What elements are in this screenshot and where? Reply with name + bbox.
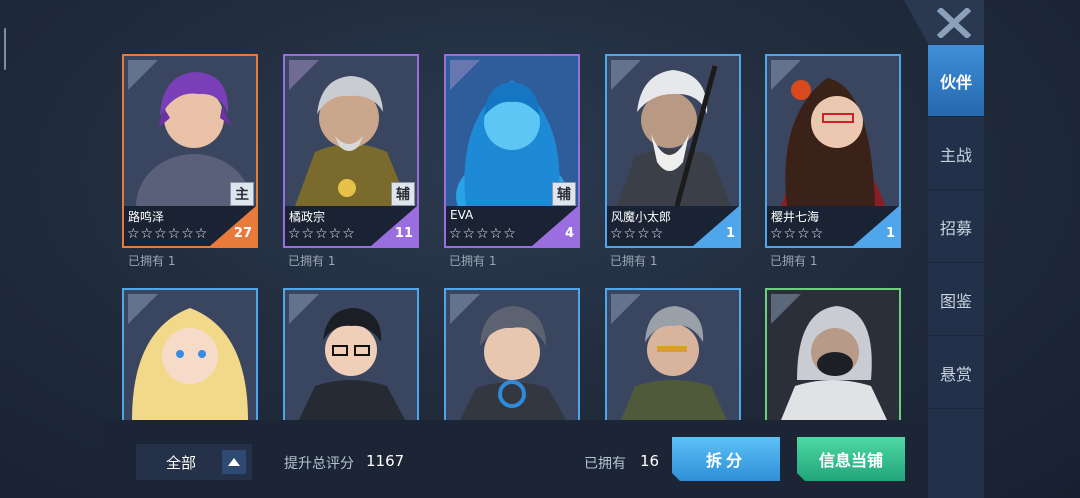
close-x-icon [937,8,971,38]
filter-label: 全部 [166,454,197,472]
partner-card-10[interactable] [765,288,901,422]
partner-card-9[interactable] [605,288,741,422]
rarity-emblem-icon [450,294,480,324]
partner-level: 4 [564,226,574,241]
score-value: 1167 [366,452,405,470]
rarity-emblem-icon [611,294,641,324]
partner-level: 1 [885,226,895,241]
partner-name: EVA [450,208,474,222]
nav-tab-bounty[interactable]: 悬赏 [928,337,984,409]
nav-tab-recruit[interactable]: 招募 [928,191,984,263]
partner-level: 11 [394,226,413,241]
star-rating: ☆☆☆☆ [770,226,825,242]
partner-card-8[interactable] [444,288,580,422]
rarity-emblem-icon [289,294,319,324]
partner-name: 橘政宗 [289,210,326,224]
role-tag: 主 [230,182,254,206]
partner-card-5[interactable]: 樱井七海 ☆☆☆☆ 1 [765,54,901,248]
nav-tab-main-battle[interactable]: 主战 [928,118,984,190]
owned-count: 已拥有 1 [288,254,336,268]
close-button[interactable] [932,4,976,42]
partner-name: 风魔小太郎 [611,210,672,224]
star-rating: ☆☆☆☆☆ [288,226,356,242]
side-handle[interactable] [4,28,6,70]
partner-level: 27 [233,226,252,241]
owned-count: 已拥有 1 [128,254,176,268]
owned-total-value: 16 [640,452,660,470]
star-rating: ☆☆☆☆☆ [449,226,517,242]
rarity-emblem-icon [611,60,641,90]
partner-card-2[interactable]: 辅 橘政宗 ☆☆☆☆☆ 11 [283,54,419,248]
rarity-emblem-icon [771,60,801,90]
nav-tab-partners[interactable]: 伙伴 [928,45,984,117]
role-tag: 辅 [391,182,415,206]
rarity-emblem-icon [128,294,158,324]
partner-card-1[interactable]: 主 路鸣泽 ☆☆☆☆☆☆ 27 [122,54,258,248]
rarity-emblem-icon [289,60,319,90]
role-tag: 辅 [552,182,576,206]
owned-count: 已拥有 1 [770,254,818,268]
split-button[interactable]: 拆分 [672,437,780,481]
owned-count: 已拥有 1 [610,254,658,268]
nav-tab-codex[interactable]: 图鉴 [928,264,984,336]
score-label: 提升总评分 [284,456,354,472]
rarity-emblem-icon [771,294,801,324]
partner-card-6[interactable] [122,288,258,422]
partner-level: 1 [725,226,735,241]
owned-total-label: 已拥有 [584,456,626,472]
partner-card-4[interactable]: 风魔小太郎 ☆☆☆☆ 1 [605,54,741,248]
arrow-up-icon [228,458,240,466]
filter-toggle-button[interactable] [222,450,246,474]
info-pawnshop-button[interactable]: 信息当铺 [797,437,905,481]
rarity-emblem-icon [128,60,158,90]
star-rating: ☆☆☆☆ [610,226,665,242]
partner-card-7[interactable] [283,288,419,422]
partner-name: 樱井七海 [771,210,820,224]
partner-name: 路鸣泽 [128,210,165,224]
rarity-emblem-icon [450,60,480,90]
partner-card-3[interactable]: 辅 EVA ☆☆☆☆☆ 4 [444,54,580,248]
owned-count: 已拥有 1 [449,254,497,268]
